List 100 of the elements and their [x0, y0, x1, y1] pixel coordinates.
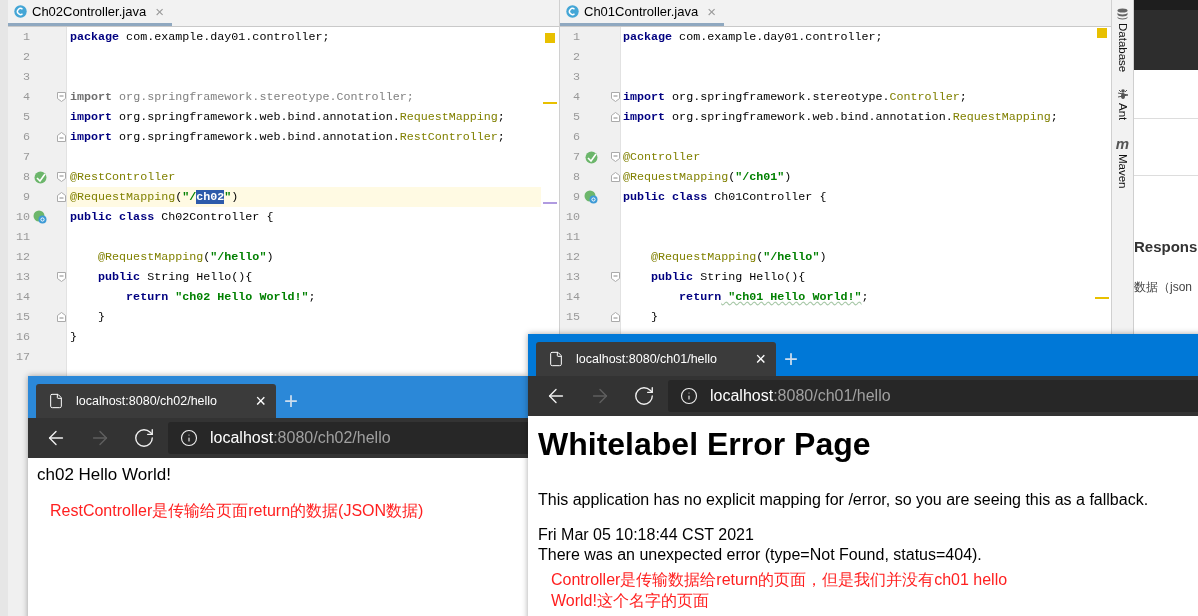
line-number: 3 — [573, 70, 580, 84]
line-number: 4 — [23, 90, 30, 104]
code-line: } — [70, 329, 77, 346]
fold-marker-icon[interactable] — [611, 272, 620, 282]
tool-window-button[interactable]: Maven — [1116, 153, 1129, 189]
fold-marker-icon[interactable] — [611, 172, 620, 182]
line-number: 10 — [15, 210, 30, 224]
code-line: public String Hello(){ — [650, 269, 806, 286]
line-number: 5 — [573, 110, 580, 124]
page-icon — [48, 393, 64, 409]
line-number: 1 — [573, 30, 580, 44]
code-line: package com.example.day01.controller; — [70, 29, 330, 46]
fold-marker-icon[interactable] — [57, 192, 66, 202]
code-line: import org.springframework.web.bind.annotation.RequestMapping; — [70, 109, 505, 126]
code-line: import org.springframework.stereotype.Controller; — [623, 89, 967, 106]
line-number: 14 — [565, 290, 580, 304]
page-text: There was an unexpected error (type=Not Found, status=404). — [538, 545, 982, 565]
line-number: 3 — [23, 70, 30, 84]
line-number: 16 — [15, 330, 30, 344]
class-icon[interactable] — [33, 210, 47, 224]
page-text: Fri Mar 05 10:18:44 CST 2021 — [538, 525, 754, 545]
code-line: @RequestMapping("/ch02") — [70, 189, 239, 206]
spring-bean-icon[interactable] — [584, 150, 598, 164]
page-paragraph: This application has no explicit mapping for /error, so you are seeing this as a fallback. — [538, 491, 1149, 509]
line-number: 11 — [565, 230, 580, 244]
line-number: 13 — [565, 270, 580, 284]
tool-window-button[interactable]: Ant — [1116, 103, 1129, 121]
code-line: public class Ch02Controller { — [70, 209, 274, 226]
close-tab-button[interactable]: × — [755, 350, 766, 368]
line-number: 15 — [565, 310, 580, 324]
page-heading: Whitelabel Error Page — [538, 426, 871, 463]
code-line: @RequestMapping("/hello") — [650, 249, 827, 266]
line-number: 4 — [573, 90, 580, 104]
info-icon[interactable] — [180, 429, 198, 447]
fold-marker-icon[interactable] — [611, 152, 620, 162]
spring-bean-icon[interactable] — [33, 170, 47, 184]
line-number: 15 — [15, 310, 30, 324]
close-tab-button[interactable]: × — [255, 392, 266, 410]
page-text: 数据（json — [1134, 279, 1192, 296]
java-class-file-icon — [14, 5, 27, 18]
line-number: 9 — [23, 190, 30, 204]
line-number: 6 — [573, 130, 580, 144]
line-number: 8 — [23, 170, 30, 184]
code-line: @RequestMapping("/hello") — [97, 249, 274, 266]
section-heading: Respons — [1134, 238, 1198, 255]
page-text: ch02 Hello World! — [37, 465, 171, 485]
reload-button[interactable] — [133, 427, 155, 449]
tool-window-button[interactable]: Database — [1116, 23, 1129, 73]
reload-button[interactable] — [633, 385, 655, 407]
ant-icon — [1116, 88, 1129, 101]
address-field[interactable]: localhost:8080/ch02/hello — [168, 422, 528, 454]
line-number: 2 — [23, 50, 30, 64]
fold-marker-icon[interactable] — [57, 272, 66, 282]
fold-marker-icon[interactable] — [57, 172, 66, 182]
class-icon[interactable] — [584, 190, 598, 204]
code-line: return "ch01 Hello World!"; — [678, 289, 869, 306]
line-number: 17 — [15, 350, 30, 364]
code-line: public class Ch01Controller { — [623, 189, 827, 206]
address-field[interactable]: localhost:8080/ch01/hello — [668, 380, 1198, 412]
line-number: 7 — [573, 150, 580, 164]
fold-marker-icon[interactable] — [57, 312, 66, 322]
fold-marker-icon[interactable] — [57, 132, 66, 142]
code-line: @RestController — [70, 169, 176, 186]
code-line: @RequestMapping("/ch01") — [623, 169, 792, 186]
line-number: 8 — [573, 170, 580, 184]
line-number: 14 — [15, 290, 30, 304]
browser-tab[interactable]: localhost:8080/ch01/hello × — [536, 342, 776, 376]
browser-tab[interactable]: localhost:8080/ch02/hello × — [36, 384, 276, 418]
code-line: package com.example.day01.controller; — [623, 29, 883, 46]
line-number: 13 — [15, 270, 30, 284]
annotation-text: RestController是传输给页面return的数据(JSON数据) — [50, 501, 424, 521]
line-number: 10 — [565, 210, 580, 224]
line-number: 12 — [15, 250, 30, 264]
database-icon — [1117, 8, 1128, 20]
line-number: 1 — [23, 30, 30, 44]
java-class-file-icon — [566, 5, 579, 18]
code-line: import org.springframework.web.bind.annotation.RequestMapping; — [623, 109, 1058, 126]
fold-marker-icon[interactable] — [611, 312, 620, 322]
info-icon[interactable] — [680, 387, 698, 405]
line-number: 2 — [573, 50, 580, 64]
line-number: 12 — [565, 250, 580, 264]
code-line: } — [650, 309, 659, 326]
line-number: 7 — [23, 150, 30, 164]
maven-icon: m — [1115, 136, 1130, 151]
fold-marker-icon[interactable] — [611, 112, 620, 122]
code-line: } — [97, 309, 106, 326]
page-header — [1134, 0, 1198, 70]
code-line: return "ch02 Hello World!"; — [125, 289, 316, 306]
line-number: 5 — [23, 110, 30, 124]
code-line: import org.springframework.web.bind.annotation.RestController; — [70, 129, 505, 146]
fold-marker-icon[interactable] — [611, 92, 620, 102]
line-number: 11 — [15, 230, 30, 244]
annotation-text: Controller是传输数据给return的页面，但是我们并没有ch01 hello World!这个名字的页面 — [551, 570, 1009, 611]
page-icon — [548, 351, 564, 367]
fold-marker-icon[interactable] — [57, 92, 66, 102]
code-line: @Controller — [623, 149, 701, 166]
code-line: public String Hello(){ — [97, 269, 253, 286]
line-number: 9 — [573, 190, 580, 204]
code-line: import org.springframework.stereotype.Controller; — [70, 89, 414, 106]
line-number: 6 — [23, 130, 30, 144]
